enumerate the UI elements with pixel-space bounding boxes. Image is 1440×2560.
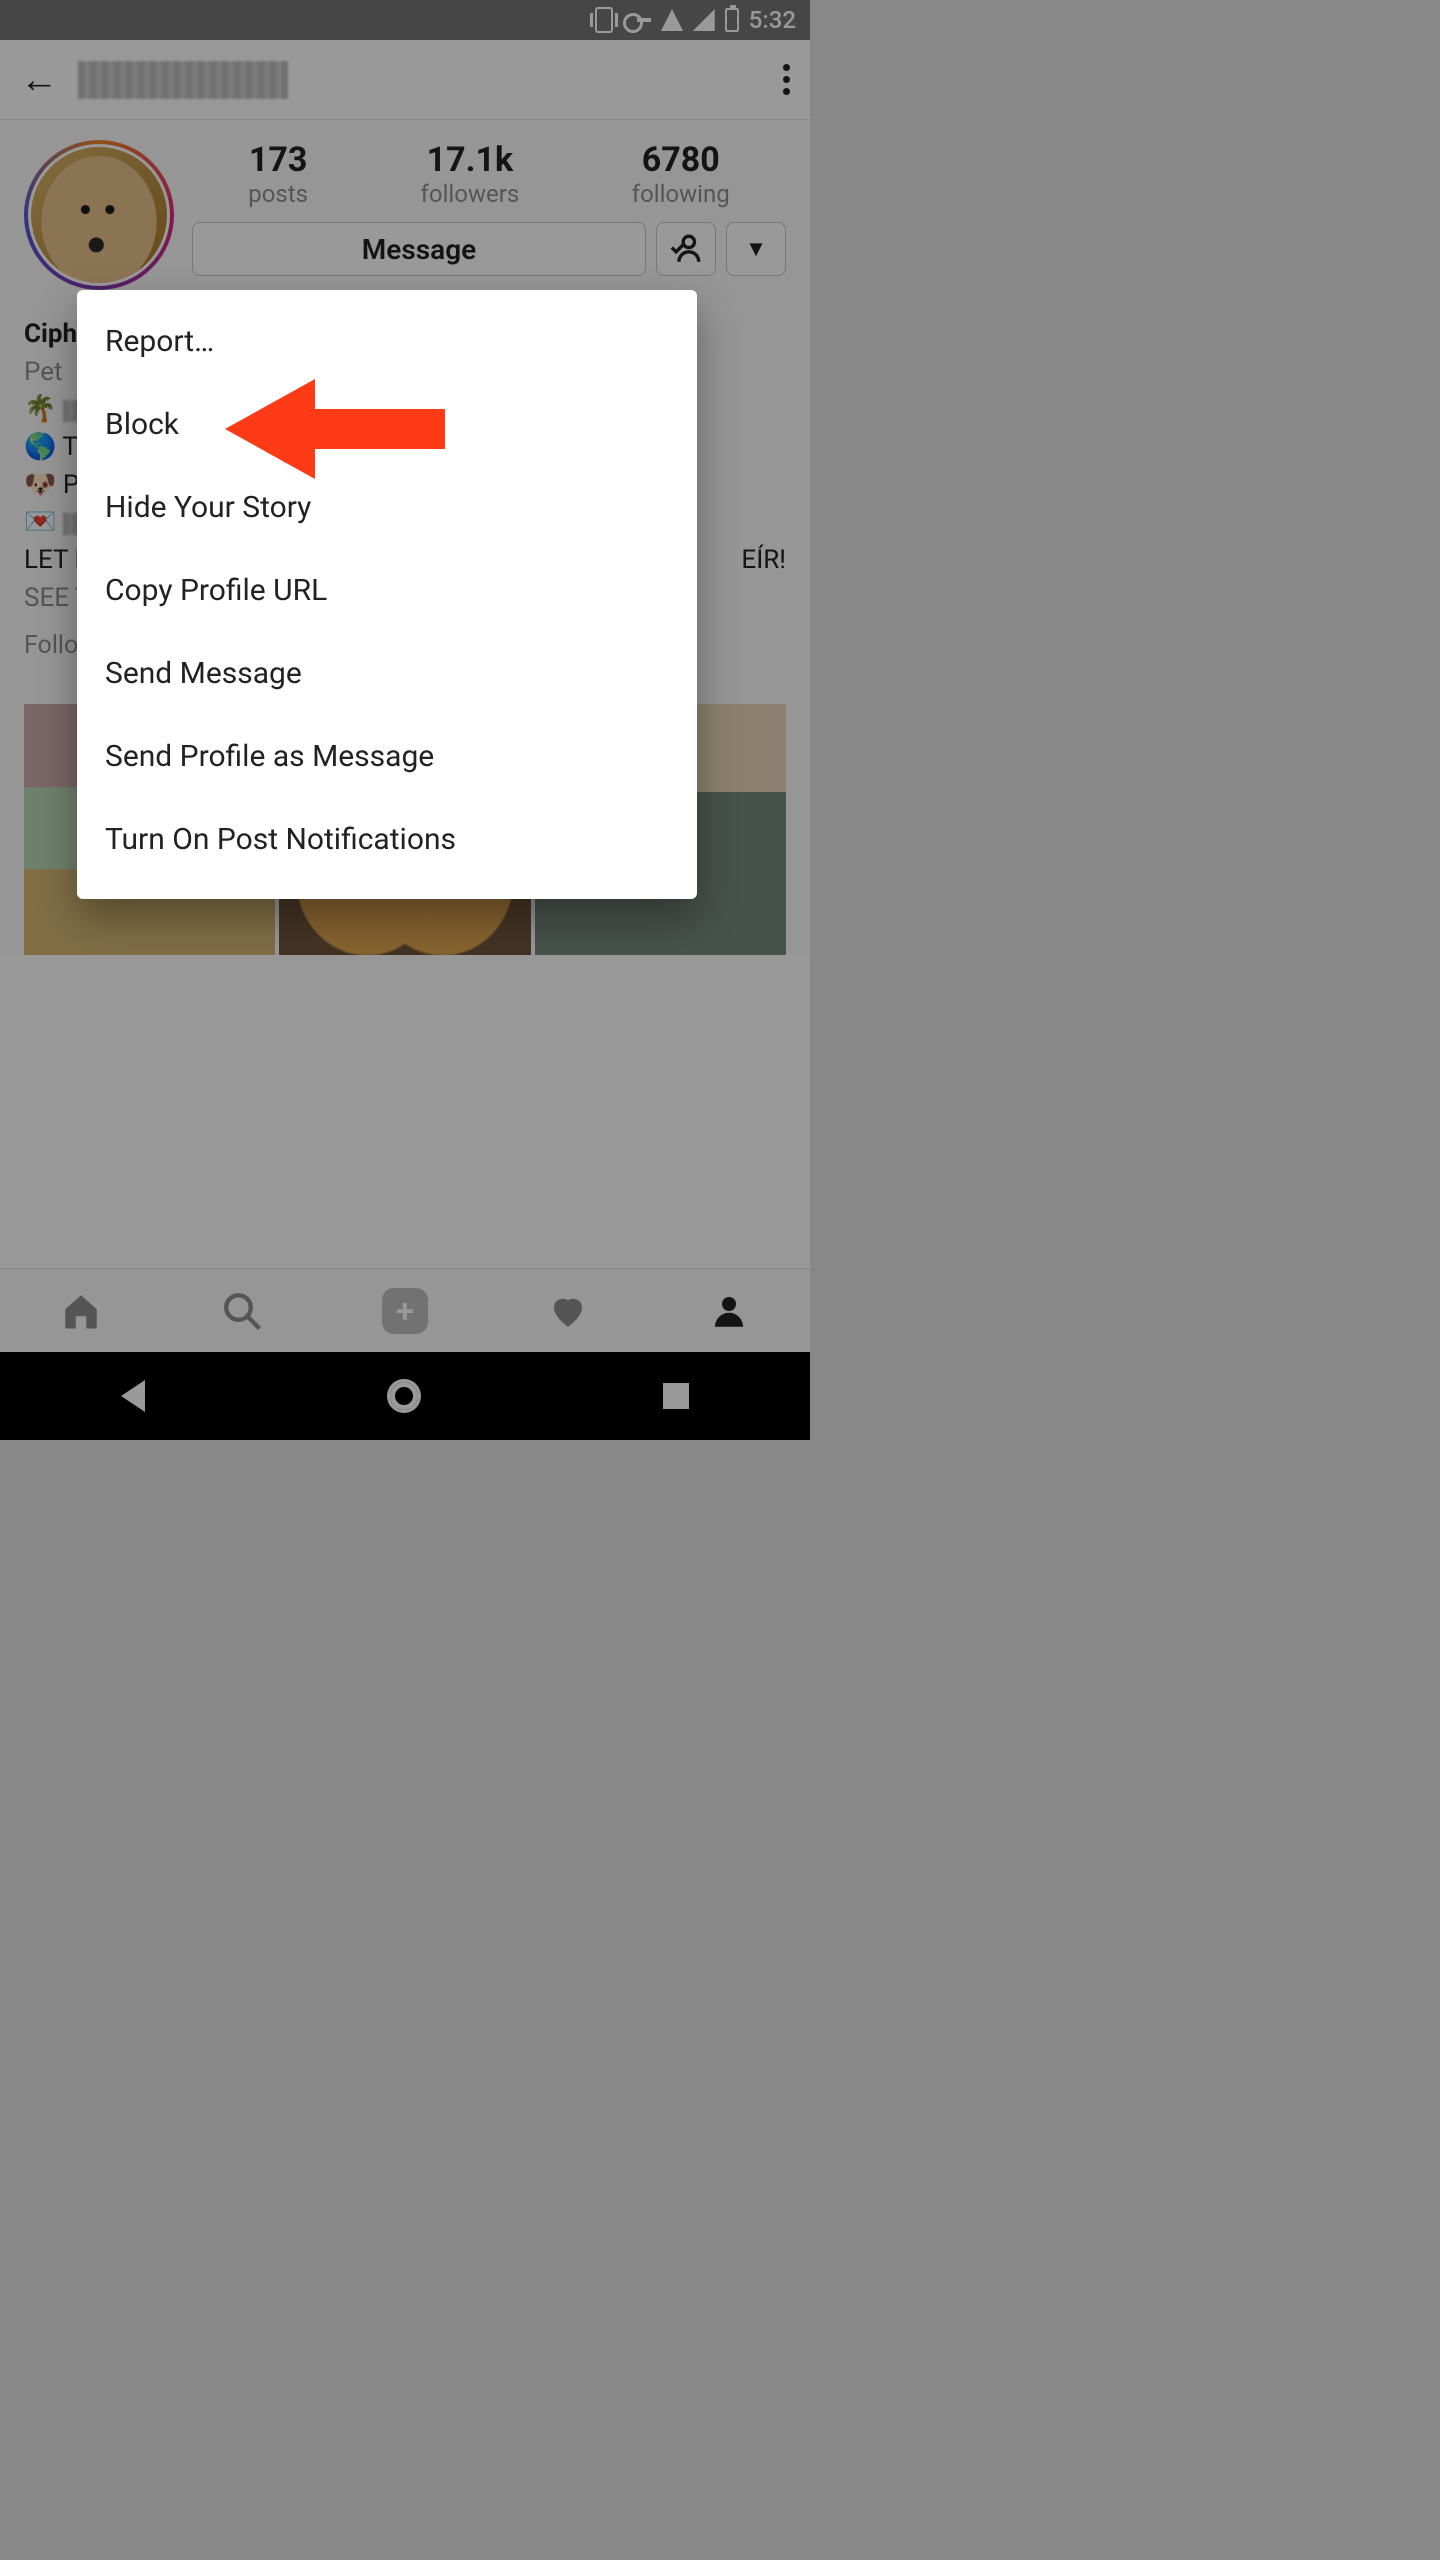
stat-following[interactable]: 6780 following [632,140,730,208]
menu-item-send-message[interactable]: Send Message [77,632,697,715]
stat-followers-count: 17.1k [421,140,520,180]
message-button[interactable]: Message [192,222,646,276]
follow-status-button[interactable] [656,222,716,276]
stat-posts[interactable]: 173 posts [248,140,308,208]
status-clock: 5:32 [749,6,796,34]
profile-header: ← [0,40,810,120]
bio-text: EÍR! [741,542,786,580]
profile-options-modal: Report… Block Hide Your Story Copy Profi… [77,290,697,899]
stat-posts-label: posts [248,180,308,208]
cell-signal-icon [693,9,715,31]
bio-emoji-mail: 💌 [24,507,56,537]
stat-following-count: 6780 [632,140,730,180]
overflow-menu-button[interactable] [783,64,790,95]
stat-followers[interactable]: 17.1k followers [421,140,520,208]
android-status-bar: 5:32 [0,0,810,40]
activity-heart-icon[interactable] [547,1290,589,1332]
search-icon[interactable] [221,1290,263,1332]
android-system-nav [0,1352,810,1440]
menu-item-block[interactable]: Block [77,383,697,466]
suggestions-toggle-button[interactable]: ▼ [726,222,786,276]
menu-item-report[interactable]: Report… [77,300,697,383]
stat-posts-count: 173 [248,140,308,180]
back-arrow-icon[interactable]: ← [20,58,58,102]
stat-following-label: following [632,180,730,208]
username-redacted [78,61,288,99]
menu-item-hide-story[interactable]: Hide Your Story [77,466,697,549]
stat-followers-label: followers [421,180,520,208]
menu-item-copy-profile-url[interactable]: Copy Profile URL [77,549,697,632]
vibrate-icon [595,7,613,33]
person-check-icon [669,232,703,266]
profile-avatar [28,144,170,286]
bio-emoji-globe: 🌎 [24,432,56,462]
menu-item-post-notifications[interactable]: Turn On Post Notifications [77,798,697,881]
home-icon[interactable] [60,1290,102,1332]
app-bottom-nav: + [0,1268,810,1352]
menu-item-send-profile[interactable]: Send Profile as Message [77,715,697,798]
android-back-button[interactable] [121,1380,145,1412]
chevron-down-icon: ▼ [745,236,767,262]
story-ring[interactable] [24,140,174,290]
bio-emoji-palm: 🌴 [24,394,56,424]
android-recent-button[interactable] [663,1383,689,1409]
wifi-icon [661,9,683,31]
vpn-key-icon [623,13,651,27]
battery-icon [725,8,739,32]
plus-icon: + [396,1292,414,1330]
bio-emoji-dog: 🐶 [24,470,56,500]
profile-icon[interactable] [708,1290,750,1332]
android-home-button[interactable] [387,1379,421,1413]
add-post-button[interactable]: + [382,1288,428,1334]
